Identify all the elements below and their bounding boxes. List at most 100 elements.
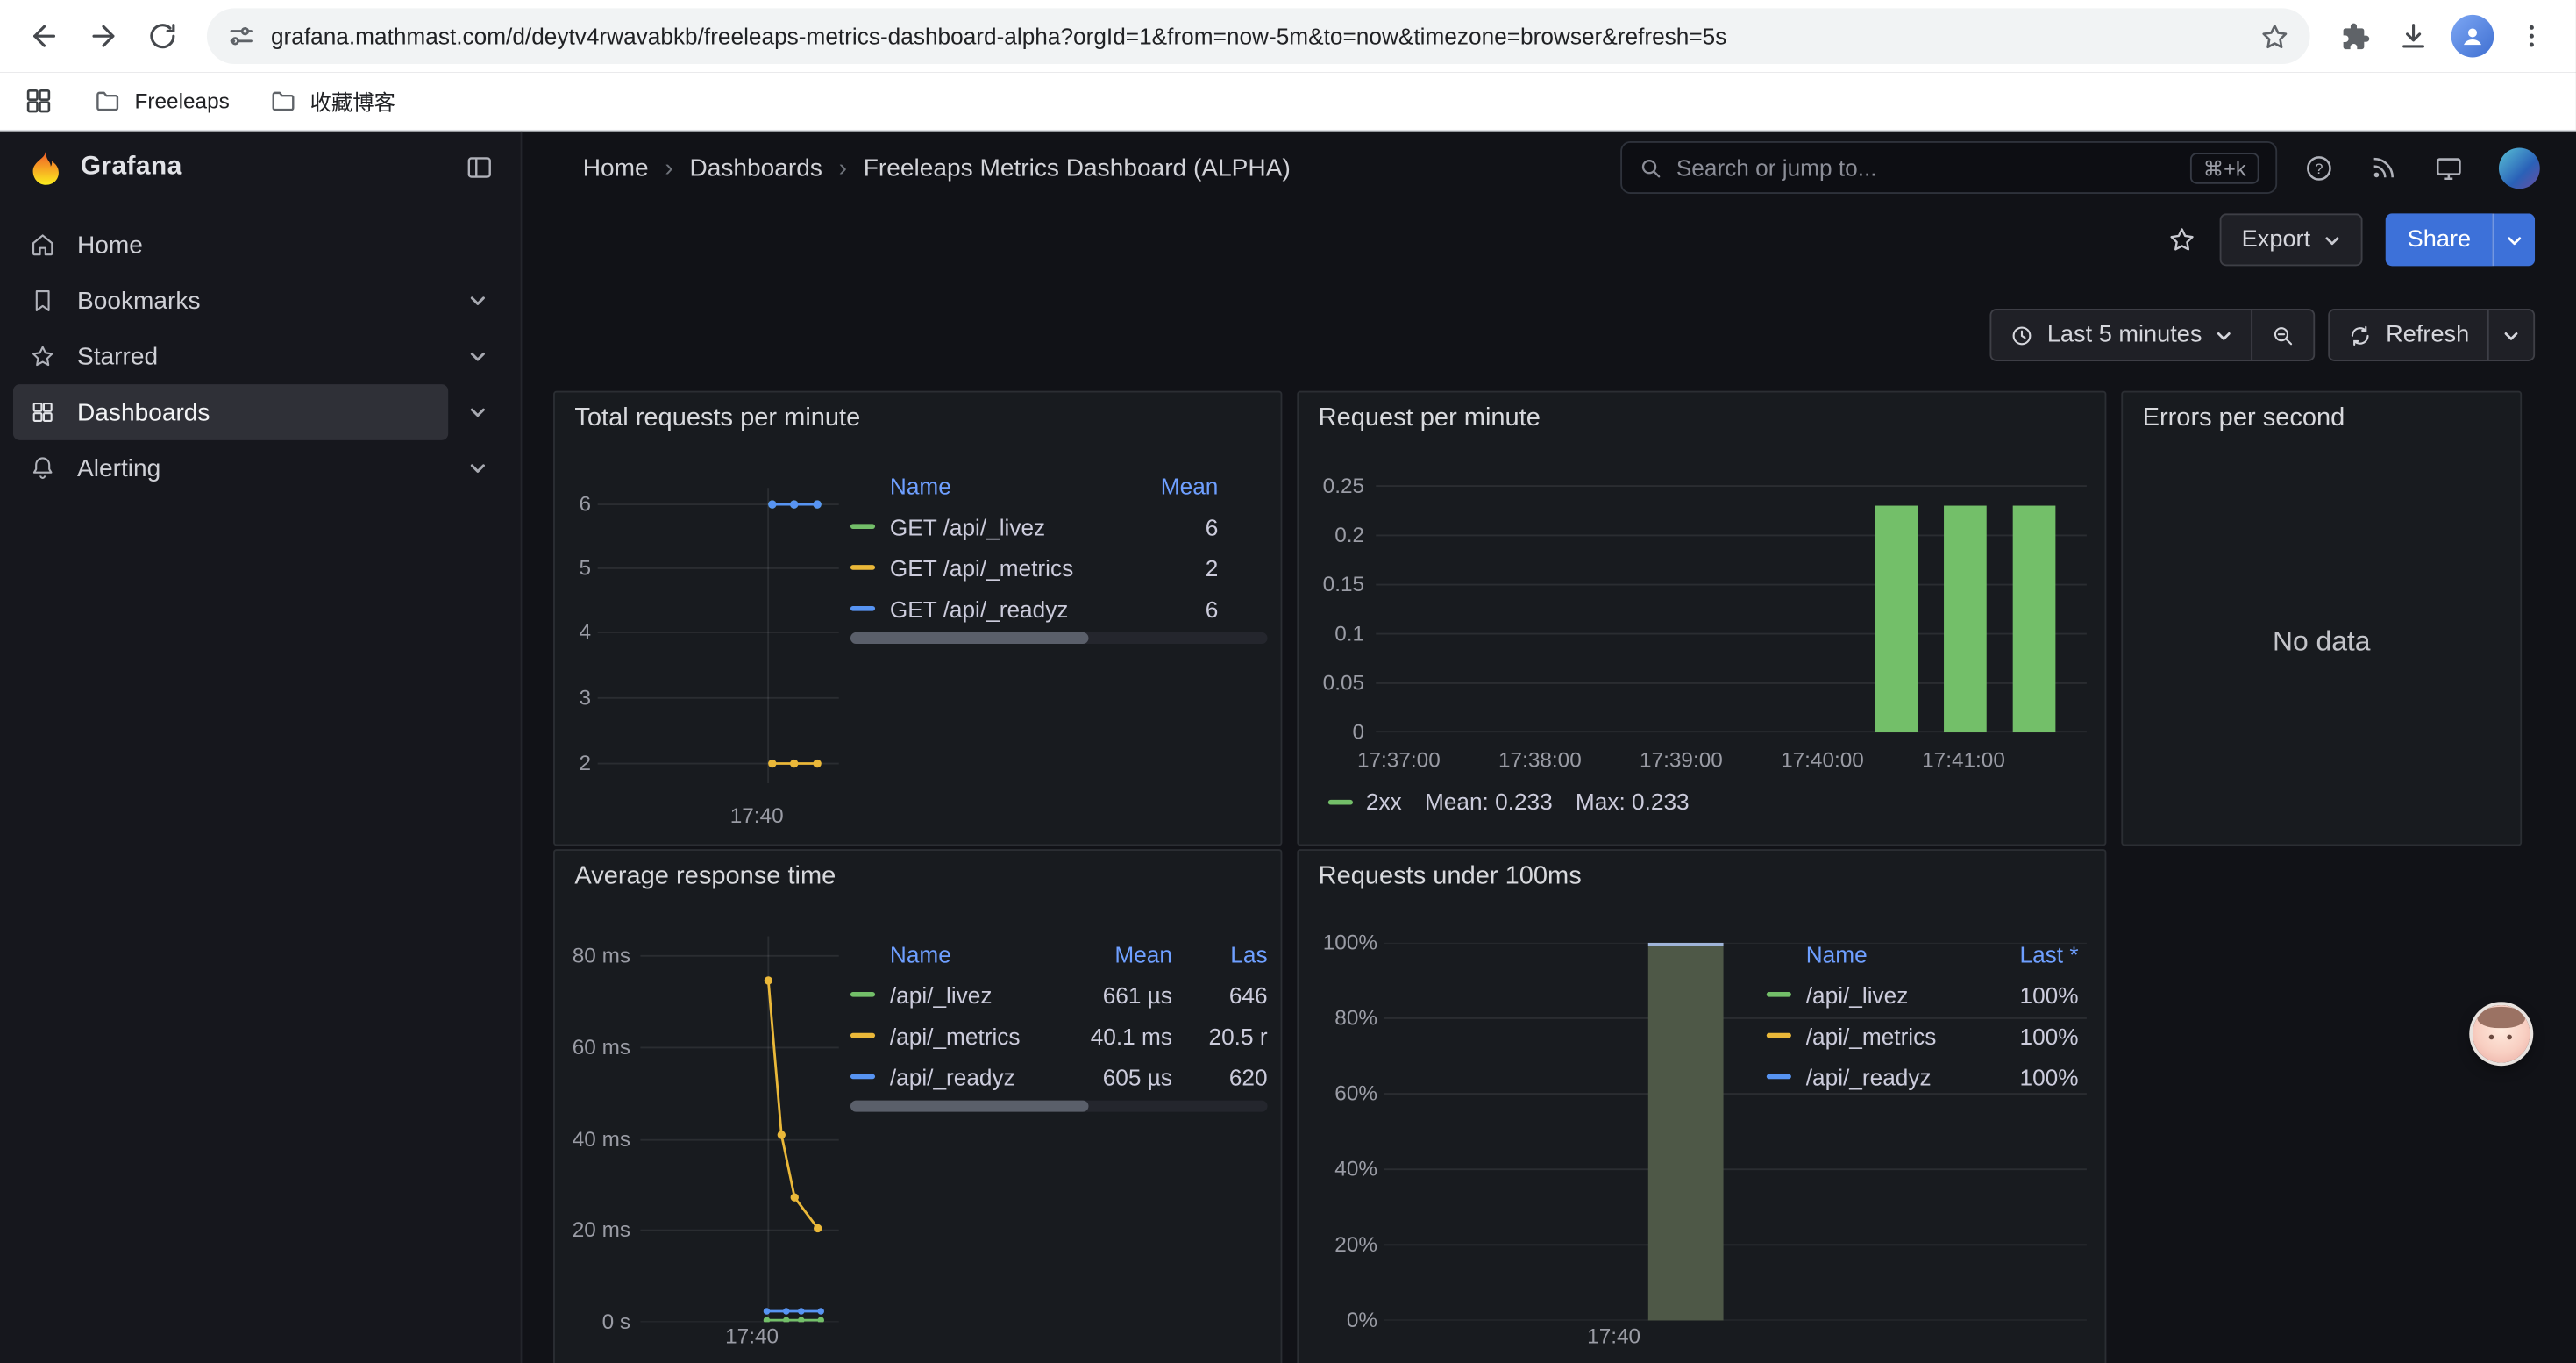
refresh-interval-button[interactable] — [2489, 310, 2534, 360]
extensions-button[interactable] — [2326, 8, 2382, 64]
zoom-out-button[interactable] — [2252, 310, 2313, 360]
share-menu-button[interactable] — [2492, 213, 2535, 266]
chevron-down-icon[interactable] — [468, 458, 487, 477]
forward-button[interactable] — [75, 8, 132, 64]
legend-mean-value: 2 — [1136, 554, 1219, 581]
sidebar-item-dashboards[interactable]: Dashboards — [13, 384, 508, 440]
legend-series-name[interactable]: /api/_livez — [890, 981, 1061, 1008]
legend-col-name[interactable]: Name — [1806, 940, 1983, 967]
breadcrumb-home[interactable]: Home — [583, 153, 649, 182]
sidebar-item-label: Bookmarks — [77, 287, 200, 315]
y-tick: 0.2 — [1299, 522, 1364, 548]
panel-title[interactable]: Errors per second — [2143, 404, 2345, 434]
url-text[interactable]: grafana.mathmast.com/d/deytv4rwavabkb/fr… — [271, 23, 2245, 49]
site-settings-icon[interactable] — [226, 21, 256, 51]
side-panel-grid-icon[interactable] — [23, 85, 54, 117]
legend-series-name[interactable]: GET /api/_livez — [890, 513, 1136, 539]
browser-profile-button[interactable] — [2444, 8, 2501, 64]
back-arrow-icon — [28, 19, 60, 52]
panel-title[interactable]: Average response time — [574, 862, 836, 892]
series-swatch — [1767, 1033, 1791, 1038]
legend-scrollbar[interactable] — [850, 632, 1268, 644]
panel-title[interactable]: Request per minute — [1319, 404, 1541, 434]
no-data-message: No data — [2123, 625, 2520, 658]
timeseries-chart — [640, 936, 839, 1322]
export-button[interactable]: Export — [2220, 213, 2363, 266]
forward-arrow-icon — [87, 19, 119, 52]
legend-series-name[interactable]: /api/_metrics — [1806, 1023, 1983, 1049]
grafana-sidebar: Grafana Home Bookmarks — [0, 132, 522, 1363]
floating-assistant-avatar[interactable] — [2473, 1005, 2530, 1063]
legend-row: /api/_readyz 100% — [1767, 1056, 2079, 1097]
folder-icon — [269, 87, 297, 115]
legend-last-value: 100% — [1983, 981, 2079, 1008]
brand-name: Grafana — [81, 153, 182, 182]
user-avatar[interactable] — [2499, 147, 2540, 189]
legend-series-name[interactable]: GET /api/_metrics — [890, 554, 1136, 581]
reload-button[interactable] — [135, 8, 191, 64]
grafana-logo[interactable] — [26, 148, 64, 186]
sidebar-item-alerting[interactable]: Alerting — [13, 440, 508, 496]
refresh-button[interactable]: Refresh — [2330, 310, 2487, 360]
screen: grafana.mathmast.com/d/deytv4rwavabkb/fr… — [0, 0, 2576, 1363]
legend-col-name[interactable]: Name — [890, 472, 1136, 498]
x-tick: 17:40 — [711, 803, 803, 830]
x-tick: 17:37:00 — [1328, 747, 1469, 774]
back-button[interactable] — [17, 8, 73, 64]
sidebar-item-home[interactable]: Home — [13, 217, 508, 273]
share-button[interactable]: Share — [2386, 213, 2492, 266]
chevron-down-icon[interactable] — [468, 290, 487, 310]
search-input[interactable]: ⌘+k — [1620, 141, 2277, 194]
bookmark-folder-freeleaps[interactable]: Freeleaps — [94, 87, 230, 115]
panel-title[interactable]: Requests under 100ms — [1319, 862, 1582, 892]
x-tick: 17:39:00 — [1611, 747, 1752, 774]
x-tick: 17:40:00 — [1752, 747, 1893, 774]
series-swatch — [850, 1033, 875, 1038]
bookmark-folder-blog[interactable]: 收藏博客 — [269, 85, 395, 117]
sidebar-item-bookmarks[interactable]: Bookmarks — [13, 273, 508, 329]
panel-avg-response-time: Average response time 80 ms 60 ms 40 ms … — [553, 849, 1282, 1363]
scrollbar-thumb[interactable] — [850, 632, 1088, 644]
legend-col-mean[interactable]: Mean — [1061, 940, 1172, 967]
bookmark-star-icon[interactable] — [2259, 20, 2291, 52]
time-controls: Last 5 minutes Refresh — [522, 305, 2575, 364]
bookmark-label: Freeleaps — [135, 89, 230, 113]
legend-col-last[interactable]: Last * — [1983, 940, 2079, 967]
chevron-down-icon[interactable] — [468, 403, 487, 422]
legend-series-name[interactable]: /api/_metrics — [890, 1023, 1061, 1049]
monitor-icon[interactable] — [2433, 152, 2465, 183]
time-range-picker[interactable]: Last 5 minutes — [1991, 310, 2251, 360]
x-tick: 17:41:00 — [1893, 747, 2034, 774]
home-icon — [30, 232, 56, 258]
legend-col-last[interactable]: Las — [1172, 940, 1268, 967]
scrollbar-thumb[interactable] — [850, 1101, 1088, 1112]
chevron-down-icon[interactable] — [468, 346, 487, 366]
legend-series-name[interactable]: /api/_livez — [1806, 981, 1983, 1008]
legend-mean-value: 605 µs — [1061, 1063, 1172, 1089]
legend-series-name[interactable]: /api/_readyz — [1806, 1063, 1983, 1089]
news-rss-icon[interactable] — [2369, 153, 2399, 182]
legend-series-name[interactable]: /api/_readyz — [890, 1063, 1061, 1089]
panel-legend: Name Mean Las /api/_livez 661 µs 646 /ap… — [850, 933, 1268, 1097]
downloads-button[interactable] — [2386, 8, 2442, 64]
dock-sidebar-icon[interactable] — [465, 153, 495, 182]
zoom-out-icon — [2271, 323, 2295, 347]
legend-series-name[interactable]: 2xx — [1366, 789, 1402, 815]
legend-col-name[interactable]: Name — [890, 940, 1061, 967]
help-icon[interactable]: ? — [2303, 152, 2335, 183]
legend-row: GET /api/_readyz 6 — [850, 588, 1218, 629]
favorite-star-icon[interactable] — [2167, 225, 2197, 255]
refresh-icon — [2348, 323, 2373, 347]
sidebar-item-starred[interactable]: Starred — [13, 329, 508, 385]
legend-series-name[interactable]: GET /api/_readyz — [890, 596, 1136, 622]
legend-scrollbar[interactable] — [850, 1101, 1268, 1112]
breadcrumb-dashboards[interactable]: Dashboards — [689, 153, 822, 182]
url-bar[interactable]: grafana.mathmast.com/d/deytv4rwavabkb/fr… — [207, 8, 2310, 64]
search-field[interactable] — [1676, 154, 2177, 181]
dashboard-main: Home › Dashboards › Freeleaps Metrics Da… — [522, 132, 2575, 1363]
legend-col-mean[interactable]: Mean — [1136, 472, 1219, 498]
panel-request-per-minute: Request per minute 0.25 0.2 0.15 0.1 0.0… — [1297, 391, 2106, 846]
browser-menu-button[interactable] — [2504, 8, 2560, 64]
panel-title[interactable]: Total requests per minute — [574, 404, 860, 434]
sidebar-item-label: Alerting — [77, 454, 160, 482]
